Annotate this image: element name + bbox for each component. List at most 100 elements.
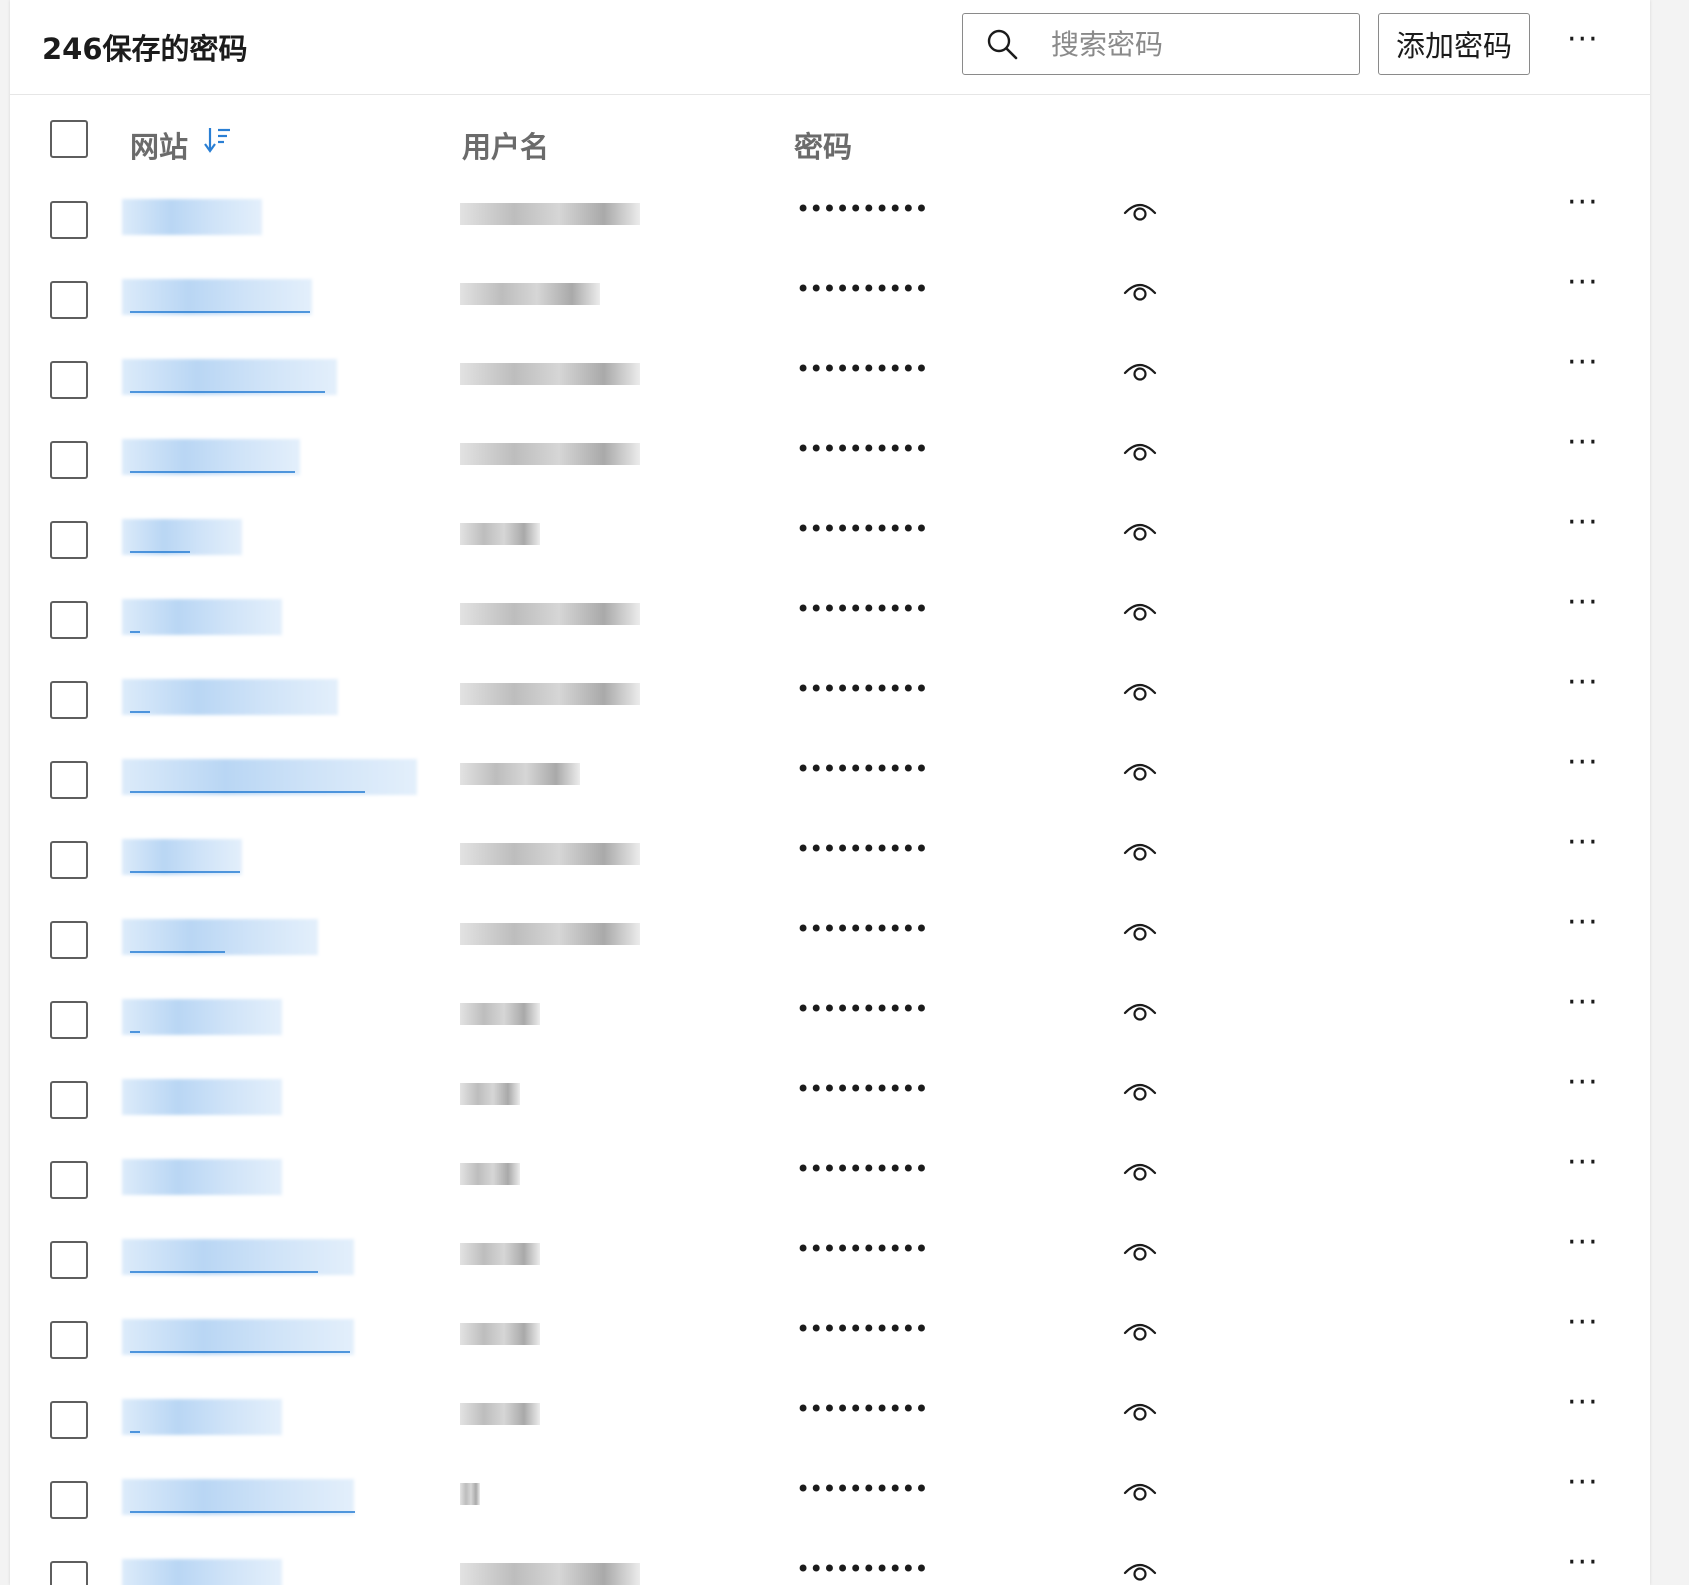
row-more-icon[interactable]: ··· (1567, 1228, 1599, 1258)
password-value: •••••••••• (796, 595, 929, 623)
column-header-website[interactable]: 网站 (130, 124, 188, 166)
password-row: ██████ ██████ •••••••••• ··· (10, 827, 1650, 907)
show-password-eye-icon[interactable] (1122, 1397, 1158, 1427)
site-link[interactable]: ██████ (122, 599, 282, 635)
row-checkbox[interactable] (50, 841, 88, 879)
site-link[interactable]: ██████ (122, 759, 417, 795)
site-link[interactable]: ██████ (122, 519, 242, 555)
show-password-eye-icon[interactable] (1122, 1237, 1158, 1267)
show-password-eye-icon[interactable] (1122, 1077, 1158, 1107)
show-password-eye-icon[interactable] (1122, 1477, 1158, 1507)
row-more-icon[interactable]: ··· (1567, 1148, 1599, 1178)
show-password-eye-icon[interactable] (1122, 1317, 1158, 1347)
site-link[interactable]: ██████ (122, 1559, 282, 1585)
sort-descending-icon[interactable] (204, 124, 232, 156)
site-link[interactable]: ██████ (122, 999, 282, 1035)
password-value: •••••••••• (796, 995, 929, 1023)
site-link[interactable]: ██████ (122, 839, 242, 875)
password-value: •••••••••• (796, 1395, 929, 1423)
show-password-eye-icon[interactable] (1122, 1157, 1158, 1187)
password-value: •••••••••• (796, 675, 929, 703)
username-value: ██████ (460, 523, 540, 545)
show-password-eye-icon[interactable] (1122, 757, 1158, 787)
search-box[interactable] (962, 13, 1360, 75)
row-checkbox[interactable] (50, 521, 88, 559)
row-checkbox[interactable] (50, 1081, 88, 1119)
site-link[interactable]: ██████ (122, 1079, 282, 1115)
row-more-icon[interactable]: ··· (1567, 668, 1599, 698)
site-link[interactable]: ██████ (122, 1399, 282, 1435)
row-checkbox[interactable] (50, 1481, 88, 1519)
row-more-icon[interactable]: ··· (1567, 908, 1599, 938)
password-row: ██████ ██████ •••••••••• ··· (10, 1467, 1650, 1547)
password-row: ██████ ██████ •••••••••• ··· (10, 907, 1650, 987)
show-password-eye-icon[interactable] (1122, 677, 1158, 707)
row-checkbox[interactable] (50, 601, 88, 639)
site-link[interactable]: ██████ (122, 919, 318, 955)
row-checkbox[interactable] (50, 1561, 88, 1585)
show-password-eye-icon[interactable] (1122, 597, 1158, 627)
row-more-icon[interactable]: ··· (1567, 828, 1599, 858)
password-value: •••••••••• (796, 1235, 929, 1263)
site-link[interactable]: ██████ (122, 199, 262, 235)
site-link[interactable]: ██████ (122, 679, 338, 715)
row-checkbox[interactable] (50, 201, 88, 239)
search-input[interactable] (1049, 26, 1353, 62)
password-value: •••••••••• (796, 835, 929, 863)
row-more-icon[interactable]: ··· (1567, 428, 1599, 458)
site-link[interactable]: ██████ (122, 439, 300, 475)
password-value: •••••••••• (796, 1155, 929, 1183)
row-more-icon[interactable]: ··· (1567, 1388, 1599, 1418)
show-password-eye-icon[interactable] (1122, 277, 1158, 307)
row-more-icon[interactable]: ··· (1567, 348, 1599, 378)
show-password-eye-icon[interactable] (1122, 917, 1158, 947)
password-value: •••••••••• (796, 515, 929, 543)
show-password-eye-icon[interactable] (1122, 437, 1158, 467)
password-value: •••••••••• (796, 275, 929, 303)
username-value: ██████ (460, 443, 640, 465)
page-title: 246保存的密码 (42, 32, 248, 66)
site-link[interactable]: ██████ (122, 279, 312, 315)
show-password-eye-icon[interactable] (1122, 1557, 1158, 1585)
row-more-icon[interactable]: ··· (1567, 988, 1599, 1018)
password-row: ██████ ██████ •••••••••• ··· (10, 267, 1650, 347)
row-checkbox[interactable] (50, 761, 88, 799)
row-checkbox[interactable] (50, 441, 88, 479)
row-checkbox[interactable] (50, 921, 88, 959)
username-value: ██████ (460, 1243, 540, 1265)
password-row: ██████ ██████ •••••••••• ··· (10, 987, 1650, 1067)
add-password-button[interactable]: 添加密码 (1378, 13, 1530, 75)
row-more-icon[interactable]: ··· (1567, 268, 1599, 298)
show-password-eye-icon[interactable] (1122, 197, 1158, 227)
site-link[interactable]: ██████ (122, 1239, 354, 1275)
row-checkbox[interactable] (50, 1241, 88, 1279)
select-all-checkbox[interactable] (50, 120, 88, 158)
show-password-eye-icon[interactable] (1122, 837, 1158, 867)
show-password-eye-icon[interactable] (1122, 357, 1158, 387)
row-checkbox[interactable] (50, 281, 88, 319)
row-more-icon[interactable]: ··· (1567, 748, 1599, 778)
row-checkbox[interactable] (50, 1161, 88, 1199)
row-checkbox[interactable] (50, 1401, 88, 1439)
row-checkbox[interactable] (50, 681, 88, 719)
row-more-icon[interactable]: ··· (1567, 1548, 1599, 1578)
row-checkbox[interactable] (50, 1321, 88, 1359)
row-more-icon[interactable]: ··· (1567, 588, 1599, 618)
row-checkbox[interactable] (50, 361, 88, 399)
row-more-icon[interactable]: ··· (1567, 1308, 1599, 1338)
username-value: ██████ (460, 843, 640, 865)
site-link[interactable]: ██████ (122, 1159, 282, 1195)
show-password-eye-icon[interactable] (1122, 517, 1158, 547)
site-link[interactable]: ██████ (122, 1479, 354, 1515)
site-link-underline (130, 1351, 350, 1353)
row-more-icon[interactable]: ··· (1567, 508, 1599, 538)
site-link[interactable]: ██████ (122, 359, 337, 395)
site-link[interactable]: ██████ (122, 1319, 354, 1355)
more-options-icon[interactable]: ··· (1567, 25, 1599, 55)
password-row: ██████ ██████ •••••••••• ··· (10, 507, 1650, 587)
show-password-eye-icon[interactable] (1122, 997, 1158, 1027)
row-more-icon[interactable]: ··· (1567, 188, 1599, 218)
row-more-icon[interactable]: ··· (1567, 1468, 1599, 1498)
row-more-icon[interactable]: ··· (1567, 1068, 1599, 1098)
row-checkbox[interactable] (50, 1001, 88, 1039)
